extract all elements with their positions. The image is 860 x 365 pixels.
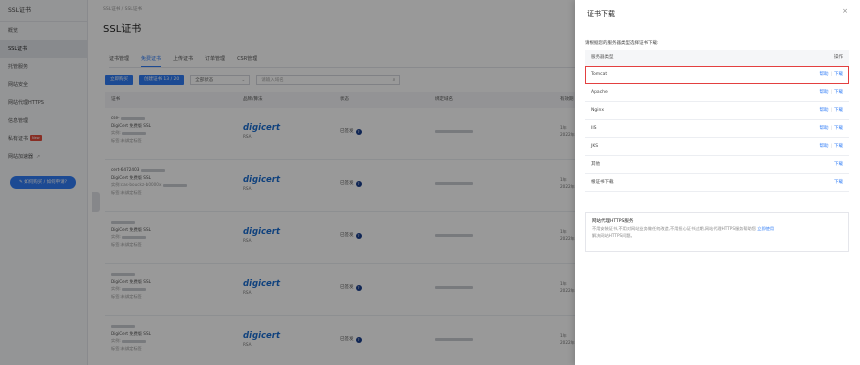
server-row-1: Apache 帮助 | 下载 <box>585 84 849 102</box>
download-link[interactable]: 下载 <box>834 72 843 77</box>
server-row-2: Nginx 帮助 | 下载 <box>585 102 849 120</box>
note-title: 网站代理HTTPS服务 <box>592 219 634 224</box>
help-link[interactable]: 帮助 <box>819 90 828 95</box>
server-row-6: 根证书下载 下载 <box>585 174 849 192</box>
server-name: Nginx <box>591 108 604 113</box>
drawer-title: 证书下载 <box>587 10 615 18</box>
column-header: 操作 <box>834 55 843 60</box>
row-actions: 下载 <box>834 174 843 192</box>
server-row-5: 其他 下载 <box>585 156 849 174</box>
modal-overlay[interactable] <box>0 0 575 365</box>
download-link[interactable]: 下载 <box>834 180 843 185</box>
column-header: 服务器类型 <box>591 55 614 60</box>
help-link[interactable]: 帮助 <box>819 72 828 77</box>
separator: | <box>830 108 832 113</box>
download-link[interactable]: 下载 <box>834 108 843 113</box>
help-link[interactable]: 帮助 <box>819 108 828 113</box>
download-link[interactable]: 下载 <box>834 162 843 167</box>
help-link[interactable]: 帮助 <box>819 126 828 131</box>
server-name: IIS <box>591 126 597 131</box>
row-actions: 帮助 | 下载 <box>819 66 843 84</box>
help-link[interactable]: 帮助 <box>819 144 828 149</box>
download-link[interactable]: 下载 <box>834 90 843 95</box>
download-link[interactable]: 下载 <box>834 144 843 149</box>
download-link[interactable]: 下载 <box>834 126 843 131</box>
drawer-tip: 请根据您的服务器类型选择证书下载: <box>585 41 659 46</box>
server-row-0: Tomcat 帮助 | 下载 <box>585 66 849 84</box>
row-actions: 下载 <box>834 156 843 174</box>
separator: | <box>830 90 832 95</box>
separator: | <box>830 72 832 77</box>
row-actions: 帮助 | 下载 <box>819 102 843 120</box>
server-name: Apache <box>591 90 608 95</box>
row-actions: 帮助 | 下载 <box>819 84 843 102</box>
use-now-link[interactable]: 立即使用 <box>757 226 774 231</box>
row-actions: 帮助 | 下载 <box>819 120 843 138</box>
download-drawer: 证书下载 × 请根据您的服务器类型选择证书下载: 服务器类型 操作 Tomcat… <box>575 0 860 365</box>
server-row-3: IIS 帮助 | 下载 <box>585 120 849 138</box>
server-row-4: JKS 帮助 | 下载 <box>585 138 849 156</box>
server-table: 服务器类型 操作 Tomcat 帮助 | 下载 Apache 帮助 | 下载 Nginx… <box>585 50 849 192</box>
separator: | <box>830 144 832 149</box>
server-name: Tomcat <box>591 72 608 77</box>
server-name: JKS <box>591 144 599 149</box>
https-proxy-note: 网站代理HTTPS服务 不用安装证书,不用对网站业务做任何改造,不用担心证书过期… <box>585 212 849 252</box>
server-name: 其他 <box>591 162 600 167</box>
note-text: 解决网站HTTPS问题。 <box>592 232 635 238</box>
row-actions: 帮助 | 下载 <box>819 138 843 156</box>
close-icon[interactable]: × <box>842 7 848 15</box>
note-body: 不用安装证书,不用对网站业务做任何改造,不用担心证书过期,网站代理HTTPS服务… <box>592 226 842 239</box>
server-table-header: 服务器类型 操作 <box>585 50 849 66</box>
note-text: 不用安装证书,不用对网站业务做任何改造,不用担心证书过期,网站代理HTTPS服务… <box>592 226 756 231</box>
server-name: 根证书下载 <box>591 180 614 185</box>
separator: | <box>830 126 832 131</box>
